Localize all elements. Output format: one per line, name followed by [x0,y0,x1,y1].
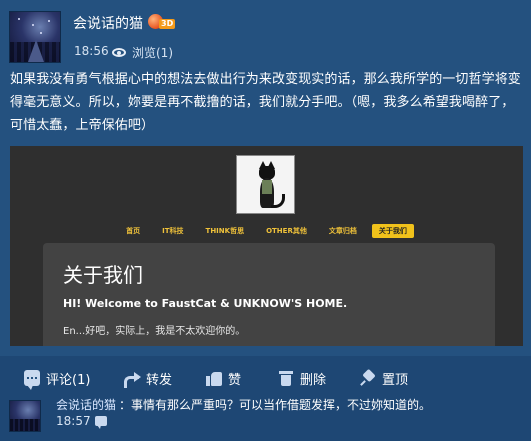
about-card: 关于我们 HI! Welcome to FaustCat & UNKNOW'S … [43,243,495,346]
nav-item-it: IT科技 [162,227,184,235]
nav-item-about: 关于我们 [371,224,414,238]
about-card-title: 关于我们 [63,263,143,287]
view-count: 浏览(1) [112,44,173,61]
comment-item: 会说话的猫 ：事情有那么严重吗？可以当作借题发挥，不过妳知道的。 18:57 [0,394,531,441]
comment-line: 会说话的猫 ：事情有那么严重吗？可以当作借题发挥，不过妳知道的。 [56,396,431,413]
post-username[interactable]: 会说话的猫 [73,13,143,33]
level-badge: 3D [148,14,176,30]
comment-button-label: 评论(1) [46,372,91,388]
delete-button-label: 删除 [300,372,327,388]
like-button-label: 赞 [228,372,242,388]
post-card: 会说话的猫 3D 18:56 浏览(1) 如果我没有勇气根据心中的想法去做出行为… [0,0,531,356]
about-card-text: En...好吧，实际上，我是不太欢迎你的。 [63,326,246,337]
comment-text: ：事情有那么严重吗？可以当作借题发挥，不过妳知道的。 [119,398,432,412]
nav-item-think: THINK哲思 [205,227,245,235]
post-time: 18:56 [74,44,109,58]
comment-avatar[interactable] [9,400,41,432]
reply-icon[interactable] [95,416,107,429]
embedded-nav: 首页 IT科技 THINK哲思 OTHER其他 文章归档 关于我们 [10,222,523,240]
trash-icon [278,370,294,386]
embedded-screenshot[interactable]: 首页 IT科技 THINK哲思 OTHER其他 文章归档 关于我们 关于我们 H… [10,146,523,346]
share-button[interactable]: 转发 [124,368,172,388]
pin-icon [360,370,376,386]
post-content: 如果我没有勇气根据心中的想法去做出行为来改变现实的话，那么我所学的一切哲学将变得… [10,72,521,133]
comment-username[interactable]: 会说话的猫 [56,398,116,412]
thumbs-up-icon [206,370,222,386]
action-bar: 评论(1) 转发 赞 删除 置顶 [0,363,531,393]
comment-icon [24,370,40,390]
eye-icon [112,48,126,57]
nav-item-home: 首页 [126,227,141,235]
about-card-subtitle: HI! Welcome to FaustCat & UNKNOW'S HOME. [63,297,348,310]
like-button[interactable]: 赞 [206,368,241,388]
share-button-label: 转发 [146,372,173,388]
delete-button[interactable]: 删除 [278,368,326,388]
comment-button[interactable]: 评论(1) [24,368,91,390]
view-count-label: 浏览(1) [132,46,173,60]
cat-logo [236,155,295,214]
nav-item-archive: 文章归档 [328,227,357,235]
share-icon [124,370,141,388]
comment-time: 18:57 [56,414,91,428]
user-avatar[interactable] [9,11,61,63]
pin-button[interactable]: 置顶 [360,368,408,388]
level-badge-text: 3D [159,19,176,29]
nav-item-other: OTHER其他 [266,227,307,235]
pin-button-label: 置顶 [382,372,409,388]
